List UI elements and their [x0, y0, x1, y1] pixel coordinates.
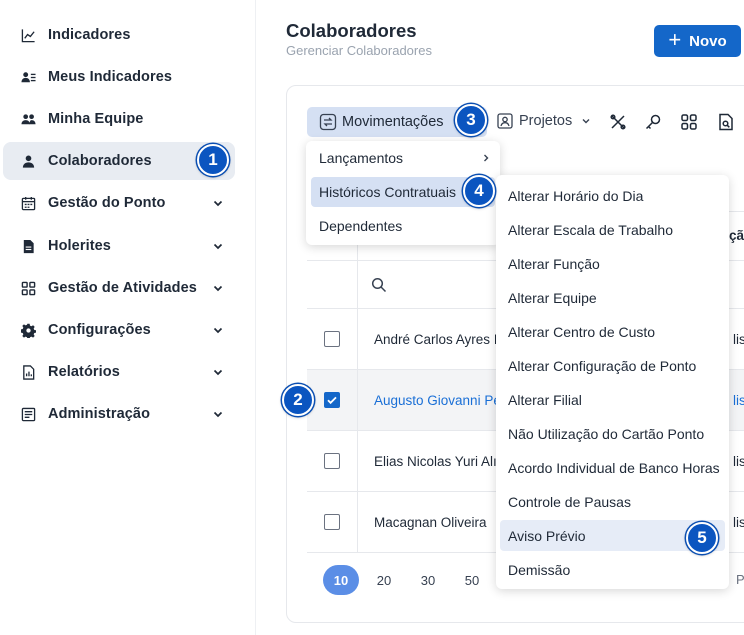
column-header-fragment: çã	[729, 228, 744, 243]
admin-list-icon	[20, 406, 36, 422]
menu-item-alterar-equipe[interactable]: Alterar Equipe	[500, 282, 725, 313]
qr-icon[interactable]	[680, 113, 698, 131]
menu-item-dependentes[interactable]: Dependentes	[311, 211, 495, 241]
chevron-down-icon[interactable]	[212, 408, 224, 420]
menu-item-alterar-horario[interactable]: Alterar Horário do Dia	[500, 180, 725, 211]
employee-name[interactable]: Macagnan Oliveira	[374, 515, 487, 530]
row-tail-text: list	[733, 332, 744, 347]
project-icon	[497, 113, 513, 129]
pagination-fragment: P	[736, 572, 744, 587]
menu-item-controle-pausas[interactable]: Controle de Pausas	[500, 486, 725, 517]
page-size-30[interactable]: 30	[410, 565, 446, 595]
page-size-50[interactable]: 50	[454, 565, 490, 595]
step-badge-1: 1	[197, 144, 229, 176]
sidebar-item-label: Administração	[48, 406, 151, 422]
plus-icon: +	[668, 27, 682, 52]
user-list-icon	[20, 69, 36, 85]
menu-item-label: Históricos Contratuais	[319, 184, 456, 200]
new-button[interactable]: + Novo	[654, 25, 741, 57]
chevron-down-icon[interactable]	[212, 324, 224, 336]
chevron-down-icon[interactable]	[212, 282, 224, 294]
row-tail-text: list	[733, 393, 744, 408]
sidebar-item-label: Minha Equipe	[48, 111, 144, 127]
row-checkbox[interactable]	[324, 453, 340, 469]
row-tail-text: list	[733, 454, 744, 469]
chevron-down-icon[interactable]	[212, 366, 224, 378]
calendar-icon	[20, 195, 36, 211]
check-icon	[327, 396, 337, 405]
chevron-down-icon[interactable]	[212, 240, 224, 252]
menu-item-alterar-configuracao-ponto[interactable]: Alterar Configuração de Ponto	[500, 350, 725, 381]
row-tail-text: list	[733, 515, 744, 530]
column-divider	[357, 211, 358, 552]
sidebar-item-indicadores[interactable]: Indicadores	[3, 16, 235, 54]
sidebar-item-label: Gestão de Atividades	[48, 280, 197, 296]
sidebar-item-holerites[interactable]: Holerites	[3, 227, 235, 265]
tools-icon[interactable]	[609, 113, 627, 131]
step-badge-2: 2	[282, 384, 314, 416]
users-icon	[20, 111, 36, 127]
sidebar-item-label: Configurações	[48, 322, 151, 338]
row-checkbox[interactable]	[324, 331, 340, 347]
sidebar-item-label: Indicadores	[48, 27, 131, 43]
sidebar-item-administracao[interactable]: Administração	[3, 395, 235, 433]
menu-item-label: Dependentes	[319, 218, 403, 234]
sidebar-item-label: Relatórios	[48, 364, 120, 380]
page-title: Colaboradores	[286, 20, 417, 41]
row-checkbox[interactable]	[324, 392, 340, 408]
employee-name[interactable]: André Carlos Ayres I	[374, 332, 498, 347]
menu-item-nao-utilizacao-cartao[interactable]: Não Utilização do Cartão Ponto	[500, 418, 725, 449]
report-icon	[20, 364, 36, 380]
menu-item-demissao[interactable]: Demissão	[500, 554, 725, 585]
sidebar-item-label: Holerites	[48, 238, 111, 254]
sidebar-item-gestao-do-ponto[interactable]: Gestão do Ponto	[3, 184, 235, 222]
sidebar-item-relatorios[interactable]: Relatórios	[3, 353, 235, 391]
menu-item-alterar-filial[interactable]: Alterar Filial	[500, 384, 725, 415]
chevron-right-icon	[484, 154, 489, 162]
projetos-button[interactable]: Projetos	[496, 112, 596, 130]
sidebar-item-configuracoes[interactable]: Configurações	[3, 311, 235, 349]
menu-item-alterar-centro-custo[interactable]: Alterar Centro de Custo	[500, 316, 725, 347]
sidebar-item-label: Colaboradores	[48, 153, 152, 169]
step-badge-4: 4	[463, 175, 495, 207]
document-icon	[20, 238, 36, 254]
key-icon[interactable]	[644, 113, 662, 131]
movimentacoes-label: Movimentações	[342, 114, 444, 130]
employee-name[interactable]: Elias Nicolas Yuri Alı	[374, 454, 497, 469]
sidebar-item-gestao-de-atividades[interactable]: Gestão de Atividades	[3, 269, 235, 307]
employee-name[interactable]: Augusto Giovanni Pe	[374, 393, 501, 408]
menu-item-alterar-escala[interactable]: Alterar Escala de Trabalho	[500, 214, 725, 245]
chevron-down-icon[interactable]	[212, 197, 224, 209]
transfer-icon	[319, 113, 337, 131]
projetos-label: Projetos	[519, 113, 573, 129]
page-size-10[interactable]: 10	[323, 565, 359, 595]
menu-item-label: Lançamentos	[319, 150, 404, 166]
page-subtitle: Gerenciar Colaboradores	[286, 43, 432, 58]
grid-icon	[20, 280, 36, 296]
menu-item-alterar-funcao[interactable]: Alterar Função	[500, 248, 725, 279]
sidebar-item-meus-indicadores[interactable]: Meus Indicadores	[3, 58, 235, 96]
sidebar: Indicadores Meus Indicadores Minha Equip…	[0, 0, 256, 635]
sidebar-item-label: Meus Indicadores	[48, 69, 173, 85]
step-badge-3: 3	[455, 104, 487, 136]
sidebar-item-minha-equipe[interactable]: Minha Equipe	[3, 100, 235, 138]
gear-icon	[20, 322, 36, 338]
sidebar-item-label: Gestão do Ponto	[48, 195, 166, 211]
file-search-icon[interactable]	[717, 113, 735, 131]
page-size-20[interactable]: 20	[366, 565, 402, 595]
chart-line-icon	[20, 27, 36, 43]
step-badge-5: 5	[686, 522, 718, 554]
chevron-down-icon	[582, 119, 590, 124]
menu-item-lancamentos[interactable]: Lançamentos	[311, 143, 495, 173]
row-checkbox[interactable]	[324, 514, 340, 530]
new-button-label: Novo	[689, 32, 727, 50]
user-icon	[20, 153, 36, 169]
menu-item-acordo-banco-horas[interactable]: Acordo Individual de Banco Horas	[500, 452, 725, 483]
